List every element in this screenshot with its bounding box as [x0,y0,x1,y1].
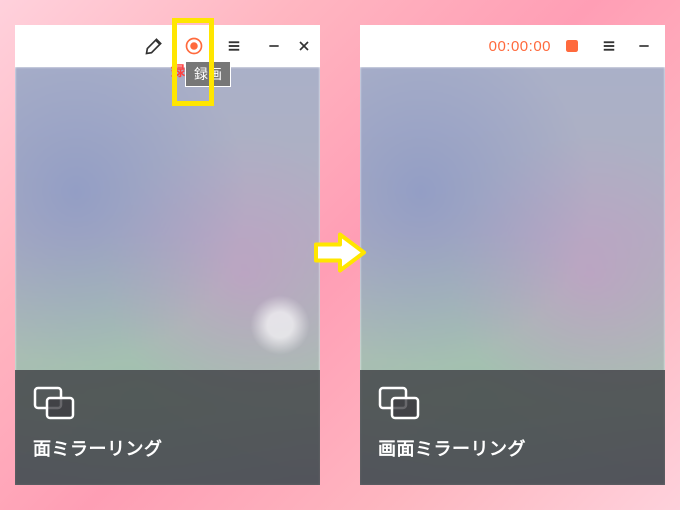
minimize-icon [636,38,652,54]
bottom-bar: 面ミラーリング [15,370,320,485]
record-tooltip: 録画 [185,61,231,87]
toolbar: 00:00:00 [360,25,665,67]
minimize-button[interactable] [254,25,294,67]
stop-icon [563,37,581,55]
screen-mirroring-label: 画面ミラーリング [378,435,647,461]
assistive-touch-icon[interactable] [250,295,310,355]
screen-mirroring-icon [33,386,302,425]
record-icon [184,36,204,56]
app-window-before: 録 録画 面ミラーリング [15,25,320,485]
tooltip-badge: 録 [171,61,185,81]
brush-icon [144,36,164,56]
app-window-recording: 00:00:00 画面ミラーリング [360,25,665,485]
recording-timer: 00:00:00 [489,38,551,55]
stop-button[interactable] [555,25,589,67]
screen-mirroring-icon [378,386,647,425]
minimize-button[interactable] [629,25,659,67]
toolbar [15,25,320,67]
arrow-icon [312,229,368,282]
bottom-bar: 画面ミラーリング [360,370,665,485]
menu-icon [600,37,618,55]
menu-icon [225,37,243,55]
brush-button[interactable] [134,25,174,67]
close-button[interactable] [294,25,314,67]
minimize-icon [266,38,282,54]
menu-button[interactable] [589,25,629,67]
screen-mirroring-label: 面ミラーリング [33,435,302,461]
close-icon [296,38,312,54]
